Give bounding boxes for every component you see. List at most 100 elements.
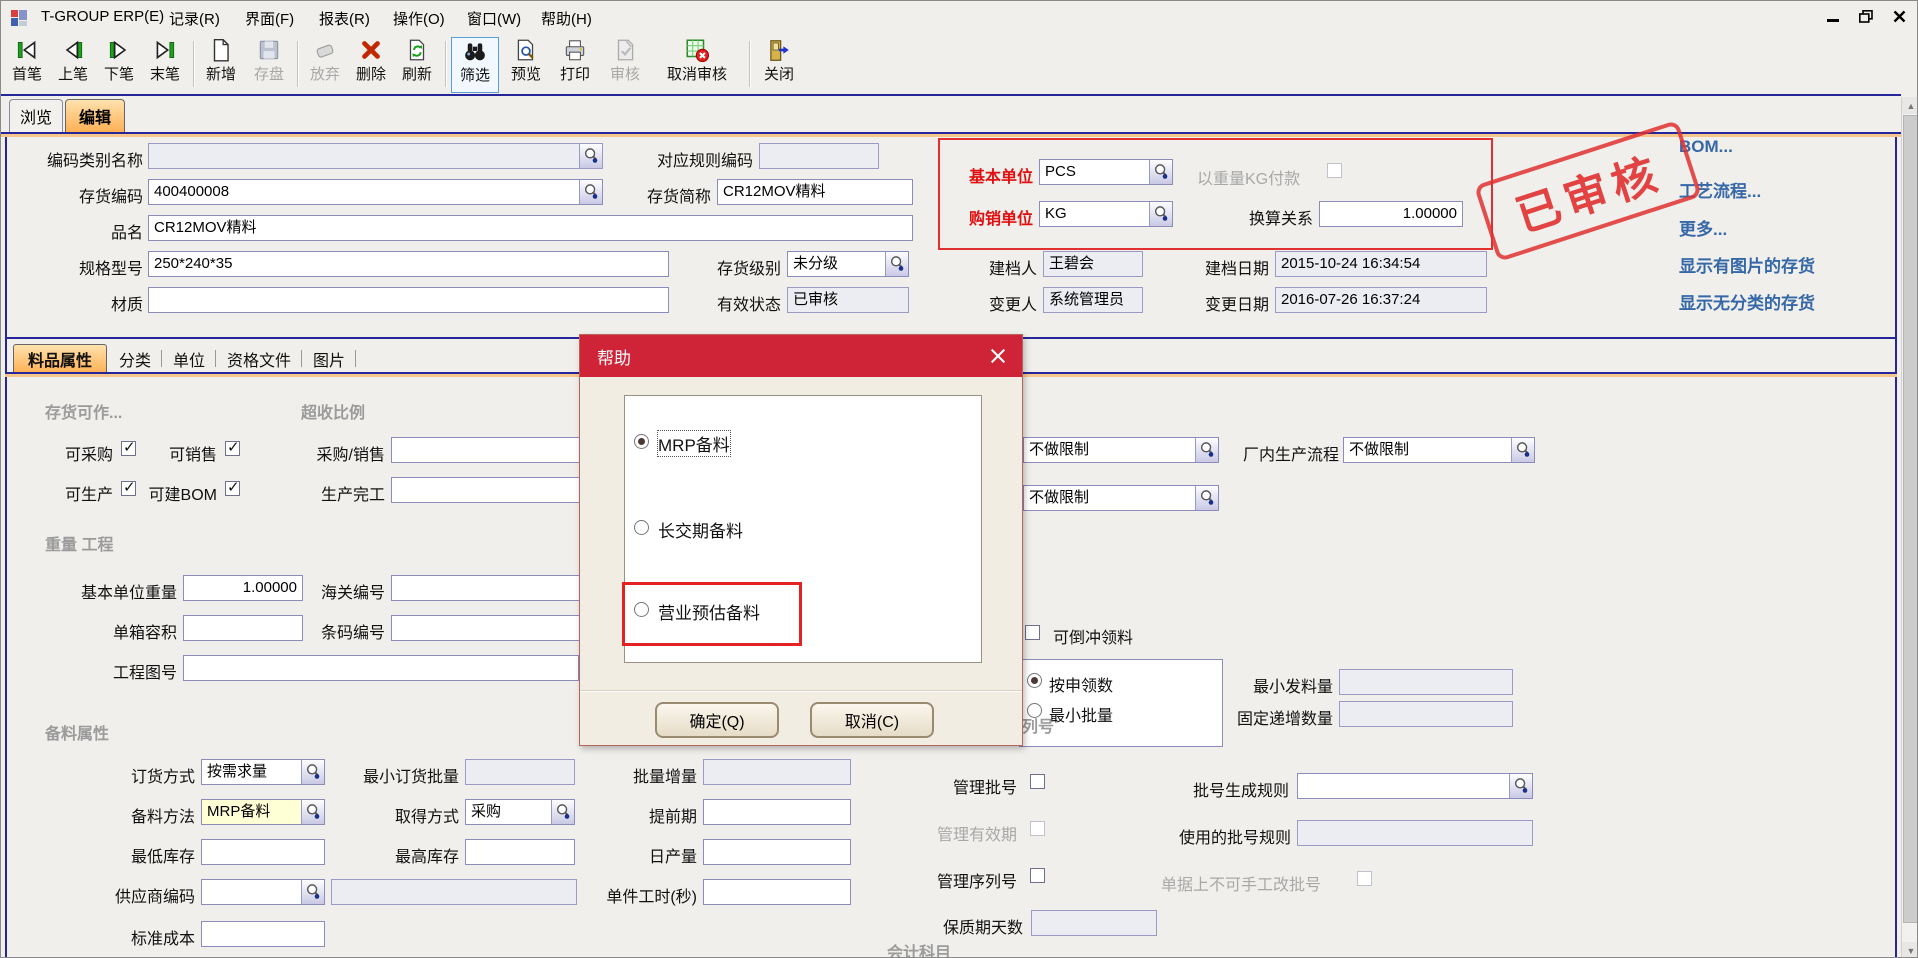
lookup-icon[interactable]: [1509, 774, 1532, 798]
scrollbar-thumb[interactable]: [1903, 115, 1918, 923]
menu-operation[interactable]: 操作(O): [393, 8, 445, 29]
subtab-separator: [355, 350, 356, 367]
subtab-item-attributes[interactable]: 料品属性: [13, 344, 107, 373]
producible-checkbox[interactable]: [121, 481, 136, 496]
menu-record[interactable]: 记录(R): [169, 8, 220, 29]
customs-code-field[interactable]: [391, 575, 581, 601]
pay-by-kg-checkbox: [1327, 163, 1342, 178]
batch-rule-field[interactable]: [1297, 773, 1533, 799]
lookup-icon[interactable]: [579, 144, 602, 168]
spec-field[interactable]: 250*240*35: [148, 251, 669, 277]
material-field[interactable]: [148, 287, 669, 313]
factory-flow-field[interactable]: 不做限制: [1343, 437, 1535, 463]
bom-allowed-checkbox[interactable]: [225, 481, 240, 496]
toolbar-divider: [1, 94, 1901, 96]
code-category-field[interactable]: [148, 143, 603, 169]
toolbar-refresh-button[interactable]: 刷新: [395, 37, 439, 93]
lookup-icon[interactable]: [301, 880, 324, 904]
show-with-images-link[interactable]: 显示有图片的存货: [1679, 252, 1815, 277]
backflush-checkbox[interactable]: [1025, 625, 1040, 640]
box-volume-field[interactable]: [183, 615, 303, 641]
by-requisition-radio[interactable]: [1027, 673, 1042, 688]
base-unit-field[interactable]: PCS: [1039, 159, 1173, 185]
tab-browse[interactable]: 浏览: [9, 99, 63, 132]
subtab-unit[interactable]: 单位: [165, 344, 213, 373]
toolbar-preview-button[interactable]: 预览: [503, 37, 549, 93]
standard-cost-field[interactable]: [201, 921, 325, 947]
mrp-prep-radio[interactable]: [634, 434, 649, 449]
lookup-icon[interactable]: [301, 760, 324, 784]
unit-time-field[interactable]: [703, 879, 851, 905]
drawing-number-field[interactable]: [183, 655, 579, 681]
toolbar-cancel-audit-button[interactable]: 取消审核: [651, 37, 743, 93]
scroll-down-icon[interactable]: ▼: [1902, 942, 1918, 958]
subtab-picture[interactable]: 图片: [305, 344, 353, 373]
close-window-button[interactable]: [1893, 10, 1906, 23]
lead-time-field[interactable]: [703, 799, 851, 825]
max-stock-field[interactable]: [465, 839, 575, 865]
tab-edit[interactable]: 编辑: [65, 99, 125, 132]
audited-stamp: 已审核: [1474, 120, 1702, 262]
barcode-field[interactable]: [391, 615, 581, 641]
inventory-code-field[interactable]: 400400008: [148, 179, 603, 205]
restore-button[interactable]: [1859, 10, 1873, 23]
toolbar-filter-button[interactable]: 筛选: [451, 37, 499, 93]
menu-window[interactable]: 窗口(W): [467, 8, 521, 29]
menu-help[interactable]: 帮助(H): [541, 8, 592, 29]
manage-batch-checkbox[interactable]: [1030, 774, 1045, 789]
menu-report[interactable]: 报表(R): [319, 8, 370, 29]
lookup-icon[interactable]: [551, 800, 574, 824]
menu-app[interactable]: T-GROUP ERP(E): [41, 8, 164, 25]
mrp-prep-option[interactable]: MRP备料: [658, 431, 730, 456]
cancel-button[interactable]: 取消(C): [810, 702, 934, 738]
ok-button[interactable]: 确定(Q): [655, 702, 779, 738]
toolbar-delete-button[interactable]: 删除: [349, 37, 393, 93]
restriction-field-1[interactable]: 不做限制: [1023, 437, 1219, 463]
dialog-close-icon[interactable]: [988, 346, 1008, 366]
lookup-icon[interactable]: [1195, 486, 1218, 510]
subtab-qualification[interactable]: 资格文件: [219, 344, 299, 373]
menu-interface[interactable]: 界面(F): [245, 8, 294, 29]
supplier-code-field[interactable]: [201, 879, 325, 905]
fixed-increment-field: [1339, 701, 1513, 727]
sellable-checkbox[interactable]: [225, 441, 240, 456]
lookup-icon[interactable]: [1149, 202, 1172, 226]
minimize-button[interactable]: [1827, 19, 1839, 22]
product-name-field[interactable]: CR12MOV精料: [148, 215, 913, 241]
show-unclassified-link[interactable]: 显示无分类的存货: [1679, 289, 1815, 314]
more-link[interactable]: 更多...: [1679, 215, 1727, 240]
toolbar-close-button[interactable]: 关闭: [757, 37, 801, 93]
restriction-field-2[interactable]: 不做限制: [1023, 485, 1219, 511]
lookup-icon[interactable]: [1195, 438, 1218, 462]
long-leadtime-radio[interactable]: [634, 520, 649, 535]
toolbar-last-button[interactable]: 末笔: [143, 37, 187, 93]
help-dialog-titlebar[interactable]: 帮助: [580, 335, 1022, 377]
min-stock-field[interactable]: [201, 839, 325, 865]
base-unit-weight-field[interactable]: 1.00000: [183, 575, 303, 601]
inventory-abbr-field[interactable]: CR12MOV精料: [717, 179, 913, 205]
vertical-scrollbar[interactable]: ▲ ▼: [1901, 97, 1918, 958]
toolbar-new-button[interactable]: 新增: [199, 37, 243, 93]
toolbar-next-button[interactable]: 下笔: [97, 37, 141, 93]
manage-serial-checkbox[interactable]: [1030, 868, 1045, 883]
lookup-icon[interactable]: [885, 252, 908, 276]
conversion-field[interactable]: 1.00000: [1319, 201, 1463, 227]
inventory-level-field[interactable]: 未分级: [787, 251, 909, 277]
prep-method-field[interactable]: MRP备料: [201, 799, 325, 825]
lookup-icon[interactable]: [1149, 160, 1172, 184]
lookup-icon[interactable]: [579, 180, 602, 204]
acquire-mode-field[interactable]: 采购: [465, 799, 575, 825]
toolbar-prev-button[interactable]: 上笔: [51, 37, 95, 93]
trade-unit-field[interactable]: KG: [1039, 201, 1173, 227]
subtab-category[interactable]: 分类: [111, 344, 159, 373]
min-order-batch-field: [465, 759, 575, 785]
toolbar-print-button[interactable]: 打印: [553, 37, 597, 93]
long-leadtime-option[interactable]: 长交期备料: [658, 517, 743, 542]
lookup-icon[interactable]: [301, 800, 324, 824]
toolbar-first-button[interactable]: 首笔: [5, 37, 49, 93]
purchasable-checkbox[interactable]: [121, 441, 136, 456]
daily-output-field[interactable]: [703, 839, 851, 865]
lookup-icon[interactable]: [1511, 438, 1534, 462]
order-mode-field[interactable]: 按需求量: [201, 759, 325, 785]
scroll-up-icon[interactable]: ▲: [1902, 97, 1918, 114]
